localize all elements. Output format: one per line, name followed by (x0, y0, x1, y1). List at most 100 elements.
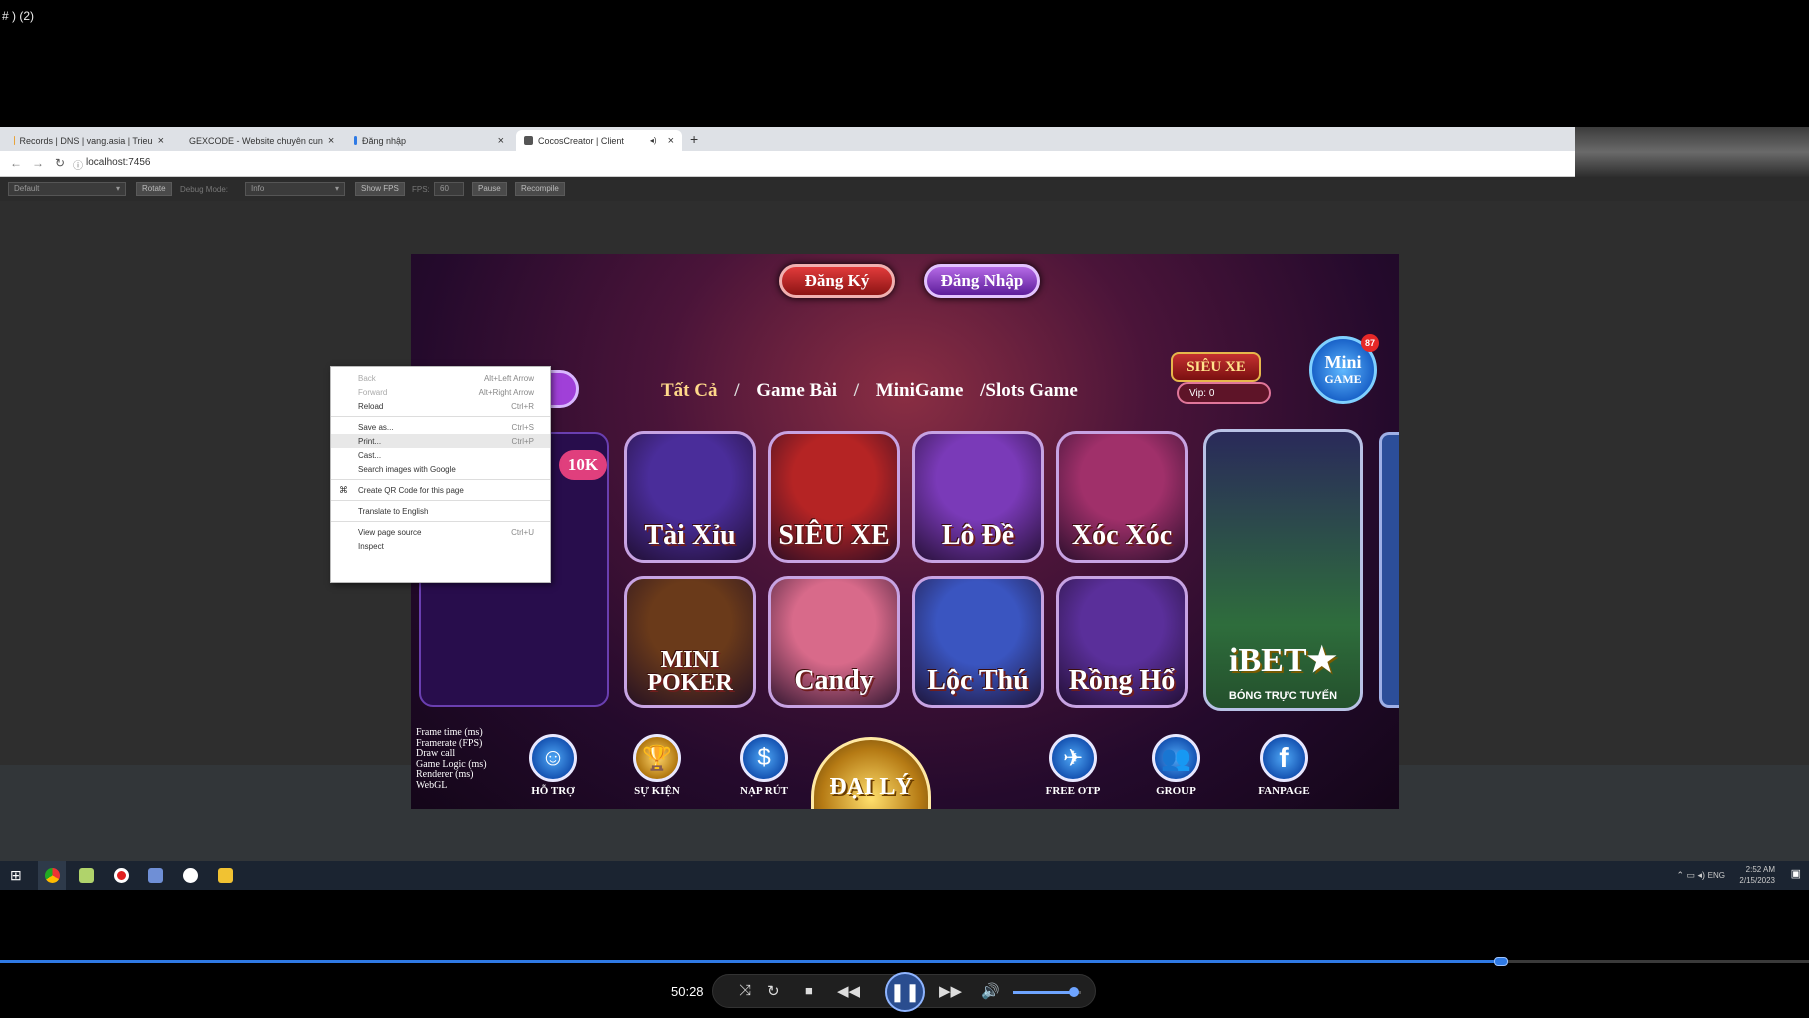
nav-separator: / (853, 380, 860, 401)
wallet-icon: $ (740, 734, 788, 782)
notification-icon[interactable]: ▣ (1791, 869, 1801, 880)
windows-start-icon[interactable]: ⊞ (10, 867, 22, 884)
repeat-icon[interactable]: ↻ (767, 982, 780, 1000)
fps-label: FPS: (412, 185, 430, 194)
tray-clock[interactable]: 2:52 AM 2/15/2023 (1729, 864, 1775, 886)
game-canvas[interactable]: Đăng Ký Đăng Nhập $ Tất Cả / Game Bài / … (411, 254, 1399, 809)
volume-slider[interactable] (1013, 987, 1081, 997)
back-arrow-icon[interactable]: ← (10, 156, 22, 170)
show-fps-button[interactable]: Show FPS (355, 182, 405, 196)
category-slots[interactable]: /Slots Game (980, 380, 1078, 401)
menu-item-forward[interactable]: Forward Alt+Right Arrow (331, 385, 550, 399)
group-button[interactable]: 👥 GROUP (1148, 734, 1204, 797)
seek-handle[interactable] (1494, 957, 1509, 966)
volume-handle[interactable] (1069, 987, 1080, 997)
forward-arrow-icon[interactable]: → (32, 156, 44, 170)
rotate-button[interactable]: Rotate (136, 182, 172, 196)
close-tab-icon[interactable]: × (328, 135, 334, 147)
free-otp-button[interactable]: ✈ FREE OTP (1045, 734, 1101, 797)
volume-icon[interactable]: 🔊 (981, 982, 1000, 1000)
clock-app-icon[interactable] (183, 868, 198, 883)
tab-label: Records | DNS | vang.asia | Trieu (19, 135, 153, 146)
fps-stats-overlay: Frame time (ms) Framerate (FPS) Draw cal… (416, 727, 487, 791)
new-tab-button[interactable]: + (690, 131, 698, 147)
audio-playing-icon[interactable]: ◂) (650, 136, 657, 145)
support-label: HỖ TRỢ (531, 785, 575, 797)
fanpage-label: FANPAGE (1258, 785, 1310, 797)
menu-item-inspect[interactable]: Inspect (331, 539, 550, 553)
category-card-games[interactable]: Game Bài (756, 380, 837, 401)
info-icon[interactable]: ⓘ (73, 157, 83, 172)
menu-item-reload[interactable]: Reload Ctrl+R (331, 399, 550, 413)
close-tab-icon[interactable]: × (668, 135, 674, 147)
facebook-icon: f (1260, 734, 1308, 782)
debug-mode-select[interactable]: Info ▾ (245, 182, 345, 196)
register-button[interactable]: Đăng Ký (779, 264, 895, 298)
device-select[interactable]: Default ▾ (8, 182, 126, 196)
menu-item-label: View page source (358, 527, 422, 537)
pause-button[interactable]: Pause (472, 182, 507, 196)
stat-line: Frame time (ms) (416, 727, 483, 738)
tab-records-dns[interactable]: Records | DNS | vang.asia | Trieu × (6, 130, 172, 151)
menu-item-qr-code[interactable]: ⌘ Create QR Code for this page (331, 483, 550, 497)
app-icon[interactable] (148, 868, 163, 883)
game-tile-xoc-xoc[interactable]: Xóc Xóc (1056, 431, 1188, 563)
fast-forward-icon[interactable]: ▶▶ (939, 982, 962, 1000)
jackpot-10k-badge[interactable]: 10K (559, 450, 607, 480)
sieu-xe-banner[interactable]: SIÊU XE (1171, 352, 1261, 382)
menu-shortcut: Ctrl+U (511, 527, 534, 537)
menu-item-print[interactable]: Print... Ctrl+P (331, 434, 550, 448)
shuffle-icon[interactable]: ⤨ (739, 982, 751, 999)
menu-item-view-source[interactable]: View page source Ctrl+U (331, 525, 550, 539)
tab-label: CocosCreator | Client (538, 135, 624, 146)
close-tab-icon[interactable]: × (158, 135, 164, 147)
menu-item-back[interactable]: Back Alt+Left Arrow (331, 371, 550, 385)
game-tile-tai-xiu[interactable]: Tài Xỉu (624, 431, 756, 563)
tab-gexcode[interactable]: GEXCODE - Website chuyên cun × (176, 130, 342, 151)
menu-item-search-images[interactable]: Search images with Google (331, 462, 550, 476)
game-tile-lo-de[interactable]: Lô Đề (912, 431, 1044, 563)
game-tile-sieu-xe[interactable]: SIÊU XE (768, 431, 900, 563)
deposit-withdraw-button[interactable]: $ NẠP RÚT (736, 734, 792, 797)
game-tile-ibet[interactable]: iBET★ BÓNG TRỰC TUYẾN (1203, 429, 1363, 711)
game-tile-rong-ho[interactable]: Rồng Hổ (1056, 576, 1188, 708)
stop-icon[interactable]: ■ (805, 983, 813, 998)
menu-item-label: Inspect (358, 541, 384, 551)
game-tile-candy[interactable]: Candy (768, 576, 900, 708)
seek-bar[interactable] (0, 957, 1809, 966)
menu-item-cast[interactable]: Cast... (331, 448, 550, 462)
tab-dang-nhap[interactable]: Đăng nhập × (346, 130, 512, 151)
fps-input[interactable]: 60 (434, 182, 464, 196)
tray-icons[interactable]: ⌃ ▭ ◂) (1676, 870, 1705, 881)
elapsed-time: 50:28 (671, 984, 704, 999)
pause-button[interactable]: ❚❚ (885, 972, 925, 1012)
support-button[interactable]: ☺ HỖ TRỢ (525, 734, 581, 797)
fanpage-button[interactable]: f FANPAGE (1256, 734, 1312, 797)
language-indicator[interactable]: ENG (1708, 870, 1725, 881)
agency-button[interactable]: ĐẠI LÝ (811, 737, 931, 809)
game-tile-mini-poker[interactable]: MINI POKER (624, 576, 756, 708)
notepad-icon[interactable] (79, 868, 94, 883)
reload-icon[interactable]: ↻ (55, 156, 65, 170)
blurred-region (1575, 127, 1809, 177)
next-game-tile-partial[interactable] (1379, 432, 1399, 708)
rewind-icon[interactable]: ◀◀ (837, 982, 860, 1000)
category-all[interactable]: Tất Cả (661, 380, 717, 401)
file-explorer-icon[interactable] (218, 868, 233, 883)
events-button[interactable]: 🏆 SỰ KIỆN (629, 734, 685, 797)
login-button[interactable]: Đăng Nhập (924, 264, 1040, 298)
record-icon[interactable] (114, 868, 129, 883)
ibet-subtitle: BÓNG TRỰC TUYẾN (1228, 690, 1338, 702)
menu-item-label: Cast... (358, 450, 382, 460)
chrome-icon[interactable] (45, 868, 60, 883)
menu-item-save-as[interactable]: Save as... Ctrl+S (331, 420, 550, 434)
group-icon: 👥 (1152, 734, 1200, 782)
recompile-button[interactable]: Recompile (515, 182, 565, 196)
category-minigame[interactable]: MiniGame (876, 380, 964, 401)
tab-cocos-creator[interactable]: CocosCreator | Client ◂) × (516, 130, 682, 151)
trophy-icon: 🏆 (633, 734, 681, 782)
menu-item-translate[interactable]: Translate to English (331, 504, 550, 518)
close-tab-icon[interactable]: × (498, 135, 504, 147)
url-input[interactable]: localhost:7456 (86, 157, 151, 168)
game-tile-loc-thu[interactable]: Lộc Thú (912, 576, 1044, 708)
